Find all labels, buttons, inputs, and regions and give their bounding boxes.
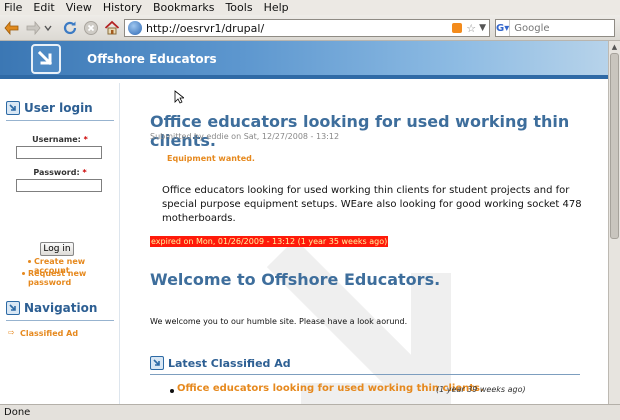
list-bullet xyxy=(22,272,25,275)
arrow-down-right-icon xyxy=(150,356,164,370)
search-input[interactable] xyxy=(510,22,620,34)
page-viewport: Offshore Educators User login Username: … xyxy=(0,41,608,404)
arrow-down-right-icon xyxy=(6,301,20,315)
menu-bookmarks[interactable]: Bookmarks xyxy=(153,1,214,14)
search-bar[interactable]: G▾ ⌕ xyxy=(495,19,620,37)
status-bar: Done xyxy=(0,404,620,420)
username-label: Username: * xyxy=(32,135,88,144)
node-body: Office educators looking for used workin… xyxy=(162,185,582,224)
password-field[interactable] xyxy=(16,179,102,192)
url-bar[interactable]: ☆ ▼ xyxy=(124,19,490,37)
menu-tools[interactable]: Tools xyxy=(225,1,252,14)
scrollbar-thumb[interactable] xyxy=(610,53,619,239)
arrow-right-icon: ⇨ xyxy=(8,328,15,337)
latest-ad-age: (1 year 39 weeks ago) xyxy=(436,385,526,394)
forward-arrow-icon xyxy=(26,20,41,36)
site-name[interactable]: Offshore Educators xyxy=(87,52,217,66)
bookmark-star-icon[interactable]: ☆ xyxy=(466,22,476,35)
site-header: Offshore Educators xyxy=(0,41,608,79)
main-content: Office educators looking for used workin… xyxy=(121,83,608,404)
reload-icon xyxy=(63,21,77,35)
google-icon[interactable]: G▾ xyxy=(496,20,511,36)
expired-notice: expired on Mon, 01/26/2009 - 13:12 (1 ye… xyxy=(150,236,389,247)
block-divider xyxy=(6,120,114,121)
nav-item-classified-ad[interactable]: Classified Ad xyxy=(20,329,78,338)
menu-view[interactable]: View xyxy=(66,1,92,14)
menu-history[interactable]: History xyxy=(103,1,142,14)
menu-file[interactable]: File xyxy=(4,1,22,14)
welcome-text: We welcome you to our humble site. Pleas… xyxy=(150,317,408,326)
mouse-cursor-icon xyxy=(174,90,184,104)
scroll-up-icon[interactable]: ▲ xyxy=(609,41,620,53)
reload-button[interactable] xyxy=(61,19,79,37)
username-field[interactable] xyxy=(16,146,102,159)
stop-icon xyxy=(84,21,98,35)
login-button[interactable]: Log in xyxy=(40,242,74,256)
site-identity-icon[interactable] xyxy=(128,21,142,35)
home-button[interactable] xyxy=(103,19,121,37)
node-title[interactable]: Office educators looking for used workin… xyxy=(150,112,608,150)
url-input[interactable] xyxy=(146,21,453,35)
list-bullet xyxy=(170,389,174,393)
password-label: Password: * xyxy=(33,168,87,177)
arrow-down-right-icon xyxy=(6,101,20,115)
arrow-down-right-icon xyxy=(37,50,53,66)
rss-feed-icon[interactable] xyxy=(452,23,463,33)
forward-button[interactable] xyxy=(24,19,42,37)
navigation-toolbar: ☆ ▼ G▾ ⌕ xyxy=(0,15,620,41)
stop-button[interactable] xyxy=(82,19,100,37)
menu-edit[interactable]: Edit xyxy=(33,1,54,14)
user-login-block-title: User login xyxy=(6,101,93,115)
navigation-block-title: Navigation xyxy=(6,301,97,315)
back-arrow-icon xyxy=(4,20,19,36)
site-logo[interactable] xyxy=(31,44,61,74)
vertical-scrollbar[interactable]: ▲ xyxy=(608,41,620,404)
home-icon xyxy=(104,20,120,35)
request-password-link[interactable]: Request new password xyxy=(28,269,119,287)
latest-classified-title: Latest Classified Ad xyxy=(150,356,291,370)
menu-help[interactable]: Help xyxy=(264,1,289,14)
block-divider xyxy=(150,374,580,375)
welcome-title: Welcome to Offshore Educators. xyxy=(150,270,441,289)
category-link[interactable]: Equipment wanted. xyxy=(167,154,255,163)
status-text: Done xyxy=(4,407,31,418)
menu-bar: File Edit View History Bookmarks Tools H… xyxy=(0,0,620,15)
chevron-down-icon xyxy=(44,25,52,32)
sidebar: User login Username: * Password: * Log i… xyxy=(0,83,120,404)
history-dropdown-button[interactable] xyxy=(42,19,54,37)
list-bullet xyxy=(28,260,31,263)
submitted-info: Submitted by eddie on Sat, 12/27/2008 - … xyxy=(150,132,340,141)
back-button[interactable] xyxy=(3,19,21,37)
block-divider xyxy=(6,320,114,321)
url-dropdown-icon[interactable]: ▼ xyxy=(479,23,486,33)
